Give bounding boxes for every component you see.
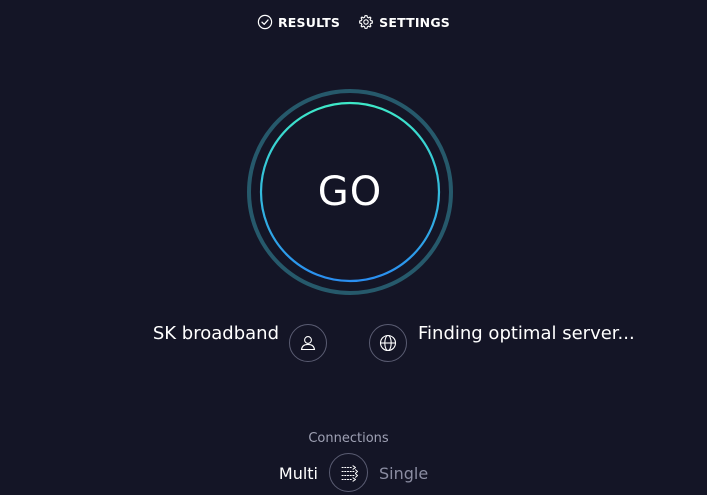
user-icon: [289, 324, 327, 362]
multi-arrows-icon: [339, 463, 359, 483]
connections-toggle[interactable]: [329, 453, 368, 492]
connections-title: Connections: [308, 431, 389, 446]
go-button[interactable]: GO: [246, 88, 454, 296]
results-label: RESULTS: [277, 14, 341, 30]
settings-label: SETTINGS: [379, 14, 450, 30]
connections-multi-option[interactable]: Multi: [279, 464, 318, 483]
go-button-area: GO: [246, 88, 454, 296]
isp-name: SK broadband: [152, 323, 279, 344]
check-circle-icon: [257, 14, 273, 30]
connections-single-option[interactable]: Single: [379, 464, 428, 483]
settings-link[interactable]: SETTINGS: [358, 14, 450, 30]
server-status: Finding optimal server...: [418, 323, 635, 344]
globe-icon[interactable]: [369, 324, 407, 362]
top-nav: RESULTS SETTINGS: [0, 14, 707, 30]
gear-icon: [358, 14, 374, 30]
speedtest-app: RESULTS SETTINGS GO SK broadband Finding…: [0, 0, 707, 495]
results-link[interactable]: RESULTS: [257, 14, 340, 30]
